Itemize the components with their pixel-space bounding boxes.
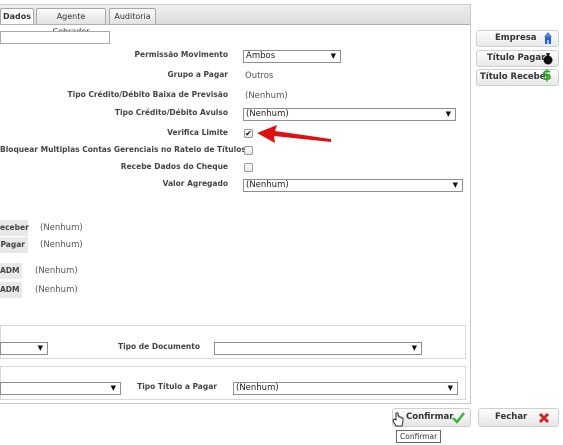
chevron-down-icon: ▼	[445, 110, 451, 118]
verifica-limite-checkbox[interactable]: ✔	[244, 129, 253, 138]
tipo-documento-label: Tipo de Documento	[117, 342, 200, 351]
red-arrow-icon	[257, 125, 331, 143]
left-select-2[interactable]: ▼	[0, 382, 121, 395]
confirmar-button-label: Confirmar	[406, 412, 454, 422]
adm-value-2: (Nenhum)	[35, 285, 78, 295]
recebe-dados-cheque-checkbox[interactable]	[244, 163, 253, 172]
dollar-sign-icon: $	[542, 68, 552, 84]
tipo-avulso-label: Tipo Crédito/Débito Avulso	[114, 108, 228, 117]
left-select-1[interactable]: ▼	[0, 342, 48, 355]
permissao-movimento-select[interactable]: Ambos ▼	[243, 50, 341, 63]
tab-auditoria[interactable]: Auditoria	[109, 8, 156, 24]
tipo-baixa-previsao-label: Tipo Crédito/Débito Baixa de Previsão	[67, 90, 228, 99]
money-bag-icon	[543, 53, 553, 65]
pagar-value: (Nenhum)	[40, 240, 83, 250]
tab-dados[interactable]: Dados	[0, 8, 34, 25]
titulo-receber-button[interactable]: Título Receber $	[476, 69, 559, 86]
confirmar-tooltip: Confirmar	[396, 430, 442, 443]
check-icon	[452, 412, 465, 424]
valor-agregado-value: (Nenhum)	[246, 180, 289, 190]
chevron-down-icon: ▼	[110, 384, 116, 392]
chevron-down-icon: ▼	[447, 384, 453, 392]
valor-agregado-label: Valor Agregado	[162, 179, 228, 188]
tipo-titulo-pagar-value: (Nenhum)	[236, 383, 279, 393]
adm-tag-2: ADM	[0, 282, 22, 298]
tipo-titulo-pagar-label: Tipo Título a Pagar	[137, 382, 217, 391]
close-icon	[539, 413, 549, 423]
empresa-button[interactable]: Empresa	[476, 30, 559, 47]
grupo-a-pagar-label: Grupo a Pagar	[167, 70, 228, 79]
pagar-tag: Pagar	[0, 237, 28, 253]
tipo-baixa-previsao-value: (Nenhum)	[245, 91, 288, 101]
chevron-down-icon: ▼	[411, 344, 417, 352]
bloquear-multiplas-checkbox[interactable]	[244, 146, 253, 155]
chevron-down-icon: ▼	[37, 344, 43, 352]
titulo-receber-button-label: Título Receber	[480, 72, 550, 82]
empresa-button-label: Empresa	[495, 33, 537, 43]
chevron-down-icon: ▼	[452, 181, 458, 189]
grupo-a-pagar-value: Outros	[245, 71, 274, 81]
bloquear-multiplas-label: Bloquear Multiplas Contas Gerenciais no …	[0, 145, 246, 154]
tipo-avulso-select[interactable]: (Nenhum) ▼	[243, 108, 456, 121]
fechar-button-label: Fechar	[495, 412, 528, 422]
verifica-limite-label: Verifica Limite	[167, 128, 228, 137]
tipo-avulso-value: (Nenhum)	[246, 109, 289, 119]
top-text-input[interactable]	[0, 31, 110, 44]
receber-tag: eceber	[0, 220, 29, 236]
tipo-documento-select[interactable]: ▼	[214, 342, 422, 355]
recebe-dados-cheque-label: Recebe Dados do Cheque	[120, 162, 228, 171]
titulo-pagar-button-label: Título Pagar	[487, 53, 546, 63]
building-icon	[544, 32, 552, 44]
hand-cursor-icon	[392, 412, 404, 427]
permissao-movimento-value: Ambos	[246, 51, 276, 61]
adm-value-1: (Nenhum)	[35, 266, 78, 276]
tipo-titulo-pagar-select[interactable]: (Nenhum) ▼	[233, 382, 458, 395]
fechar-button[interactable]: Fechar	[478, 408, 559, 427]
adm-tag-1: ADM	[0, 263, 22, 279]
chevron-down-icon: ▼	[330, 52, 336, 60]
titulo-pagar-button[interactable]: Título Pagar	[476, 50, 559, 67]
receber-value: (Nenhum)	[40, 223, 83, 233]
valor-agregado-select[interactable]: (Nenhum) ▼	[243, 179, 463, 192]
permissao-movimento-label: Permissão Movimento	[134, 50, 228, 59]
tab-agente-cobrador[interactable]: Agente Cobrador	[36, 8, 106, 36]
